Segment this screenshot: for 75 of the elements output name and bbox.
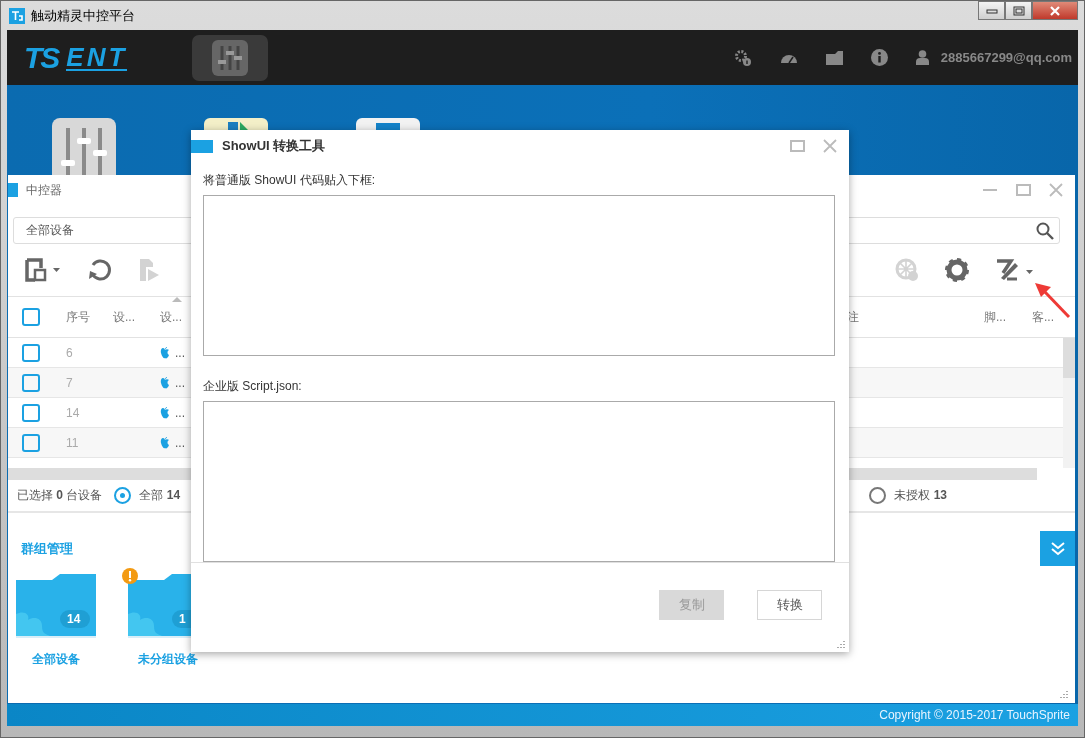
title-marker: [191, 139, 213, 153]
minimize-button[interactable]: [978, 1, 1005, 20]
folder-name[interactable]: 全部设备: [32, 651, 80, 668]
column-header[interactable]: 序号: [66, 296, 90, 326]
double-chevron-icon: [1049, 541, 1066, 556]
settings-icon[interactable]: [945, 258, 969, 282]
table-cell-text: 14: [66, 405, 81, 420]
minimize-icon: [985, 7, 998, 14]
refresh-icon[interactable]: [88, 258, 112, 282]
apple-icon: [160, 436, 170, 449]
title-marker: [8, 183, 18, 197]
group-section-title: 群组管理: [21, 539, 73, 558]
device-count: 14: [60, 610, 90, 628]
selection-count: 已选择 0 台设备: [17, 487, 103, 504]
close-icon[interactable]: [823, 139, 837, 153]
radio-button[interactable]: [869, 487, 887, 504]
mixer-icon: [212, 39, 248, 76]
folder-name[interactable]: 未分组设备: [138, 651, 198, 668]
restore-button[interactable]: [1005, 1, 1032, 20]
pen-tool-icon[interactable]: [995, 258, 1035, 282]
window-app-icon[interactable]: [356, 118, 420, 130]
account-email[interactable]: 2885667299@qq.com: [940, 50, 1072, 65]
filter-radio[interactable]: 未授权 13: [869, 487, 947, 504]
row-checkbox[interactable]: [22, 403, 40, 422]
close-button[interactable]: [1032, 1, 1078, 20]
apple-icon: [160, 376, 170, 389]
apple-icon: [160, 346, 170, 359]
table-cell-text: 7: [66, 375, 74, 390]
device-name: ...: [175, 375, 185, 390]
column-header[interactable]: 设...: [113, 296, 135, 326]
radio-button[interactable]: [114, 487, 132, 504]
play-app-icon[interactable]: [204, 118, 268, 130]
source-code-input[interactable]: [203, 195, 835, 356]
user-icon[interactable]: [915, 50, 929, 65]
field-label: 将普通版 ShowUI 代码贴入下框:: [203, 172, 377, 189]
vertical-scrollbar[interactable]: [1063, 338, 1075, 468]
column-header[interactable]: 设...: [160, 296, 182, 326]
resize-grip-icon[interactable]: [1059, 689, 1069, 699]
brand-logo: TS ENT: [24, 40, 129, 75]
device-name: ...: [175, 435, 185, 450]
table-cell-text: 6: [66, 345, 74, 360]
row-checkbox[interactable]: [22, 373, 40, 392]
apple-icon: [160, 406, 170, 419]
controller-title: 中控器: [26, 181, 62, 199]
search-icon[interactable]: [1036, 221, 1054, 240]
field-label: 企业版 Script.json:: [203, 378, 303, 395]
row-checkbox[interactable]: [22, 433, 40, 452]
maximize-icon[interactable]: [790, 140, 805, 152]
mixer-app-icon[interactable]: [52, 118, 116, 178]
folder-icon[interactable]: [16, 574, 96, 638]
select-all-checkbox[interactable]: [22, 308, 40, 326]
window-title: 触动精灵中控平台: [31, 6, 135, 25]
app-logo-icon: [9, 7, 25, 24]
resize-grip-icon[interactable]: [836, 639, 846, 649]
folder-icon[interactable]: [825, 50, 843, 65]
copyright-text: Copyright © 2015-2017 TouchSprite: [879, 708, 1070, 722]
close-icon[interactable]: [1049, 183, 1063, 197]
device-name: ...: [175, 345, 185, 360]
info-icon[interactable]: [870, 49, 888, 66]
maximize-icon[interactable]: [1016, 184, 1031, 196]
dialog-title: ShowUI 转换工具: [222, 137, 326, 155]
sort-indicator-icon: [172, 296, 182, 302]
row-checkbox[interactable]: [22, 343, 40, 362]
table-cell-text: 11: [66, 435, 80, 450]
device-name: ...: [175, 405, 185, 420]
add-device-icon[interactable]: [24, 258, 62, 282]
close-icon: [1049, 5, 1061, 16]
filter-radio[interactable]: 全部 14: [114, 487, 181, 504]
dialog-button[interactable]: 转换: [757, 590, 822, 620]
gear-info-icon[interactable]: [733, 48, 752, 67]
restore-icon: [1012, 5, 1025, 16]
column-header[interactable]: 脚...: [984, 296, 1006, 326]
mixer-tab[interactable]: [192, 34, 268, 81]
column-header[interactable]: 客...: [1032, 296, 1054, 326]
collapse-button[interactable]: [1040, 531, 1075, 566]
